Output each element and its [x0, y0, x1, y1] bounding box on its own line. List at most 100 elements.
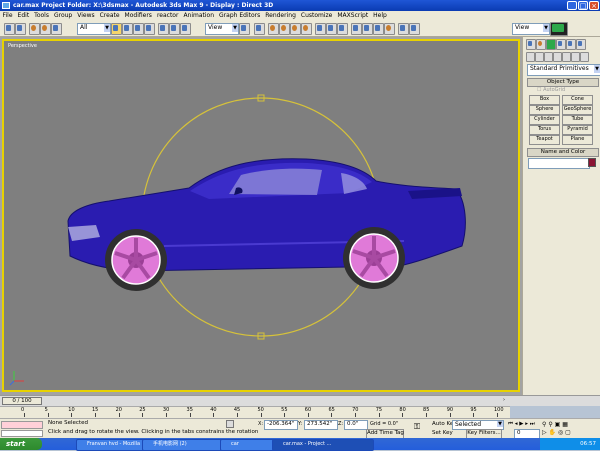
- tray-clock[interactable]: 06:57: [580, 441, 596, 447]
- zoom-icon[interactable]: ⚲: [542, 421, 546, 428]
- snaps-toggle-button[interactable]: [268, 23, 279, 35]
- menu-tools[interactable]: Tools: [32, 11, 52, 20]
- prev-frame-icon[interactable]: ◂: [515, 421, 518, 427]
- menu-create[interactable]: Create: [97, 11, 122, 20]
- select-and-manipulate-button[interactable]: [254, 23, 265, 35]
- angle-snap-button[interactable]: [279, 23, 290, 35]
- zoom-extents-all-icon[interactable]: ▦: [562, 421, 568, 428]
- maximize-viewport-icon[interactable]: ▢: [565, 429, 571, 436]
- cone-button[interactable]: Cone: [562, 95, 593, 105]
- menu-rendering[interactable]: Rendering: [263, 11, 299, 20]
- pivot-point-button[interactable]: [239, 23, 250, 35]
- taskbar-item-3dsmax[interactable]: car.max - Project ...: [272, 439, 374, 451]
- tube-button[interactable]: Tube: [562, 115, 593, 125]
- maximize-button[interactable]: □: [578, 1, 588, 10]
- geosphere-button[interactable]: GeoSphere: [562, 105, 593, 115]
- quick-render-button[interactable]: [409, 23, 420, 35]
- layer-manager-button[interactable]: [351, 23, 362, 35]
- key-icon[interactable]: ⚿: [414, 423, 428, 431]
- next-frame-icon[interactable]: ▸: [525, 421, 528, 427]
- taskbar-item-mozilla[interactable]: Franvan hvd - Mozilla: [76, 439, 152, 451]
- motion-tab[interactable]: [556, 39, 566, 50]
- object-color-swatch[interactable]: [588, 158, 596, 167]
- torus-button[interactable]: Torus: [529, 125, 560, 135]
- align-button[interactable]: [337, 23, 348, 35]
- play-icon[interactable]: ▶: [519, 421, 523, 427]
- select-and-scale-button[interactable]: [180, 23, 191, 35]
- select-and-rotate-button[interactable]: [169, 23, 180, 35]
- select-by-name-button[interactable]: [122, 23, 133, 35]
- maxscript-input[interactable]: [1, 430, 43, 437]
- pyramid-button[interactable]: Pyramid: [562, 125, 593, 135]
- taskbar-item-folder[interactable]: 手机电影网 (2): [142, 439, 230, 451]
- select-and-move-button[interactable]: [158, 23, 169, 35]
- time-slider-track[interactable]: 0 / 100 ›: [0, 395, 600, 406]
- menu-file[interactable]: File: [0, 11, 15, 20]
- redo-button[interactable]: [15, 23, 26, 35]
- menu-reactor[interactable]: reactor: [154, 11, 181, 20]
- modify-tab[interactable]: [536, 39, 546, 50]
- zoom-extents-icon[interactable]: ▣: [555, 421, 561, 428]
- object-type-rollout-header[interactable]: Object Type: [527, 78, 599, 87]
- lights-category-button[interactable]: [544, 52, 553, 62]
- bind-space-warp-button[interactable]: [51, 23, 62, 35]
- unlink-button[interactable]: [40, 23, 51, 35]
- render-scene-button[interactable]: [398, 23, 409, 35]
- set-key-button[interactable]: Set Key: [432, 430, 453, 436]
- mirror-button[interactable]: [326, 23, 337, 35]
- reference-coordinate-dropdown[interactable]: View ▼: [205, 23, 239, 35]
- display-tab[interactable]: [566, 39, 576, 50]
- minimize-button[interactable]: _: [567, 1, 577, 10]
- select-object-button[interactable]: [111, 23, 122, 35]
- trackbar[interactable]: 0 5 10 15 20 25 30 35 40 45 50 55 60 65 70 75 80 85 90 95 10…: [0, 406, 510, 418]
- schematic-view-button[interactable]: [373, 23, 384, 35]
- menu-views[interactable]: Views: [75, 11, 97, 20]
- x-coordinate-field[interactable]: -206.364": [264, 420, 298, 430]
- menu-edit[interactable]: Edit: [15, 11, 32, 20]
- render-preview-button[interactable]: [550, 22, 568, 36]
- menu-animation[interactable]: Animation: [181, 11, 217, 20]
- app-icon[interactable]: [2, 2, 10, 9]
- goto-start-icon[interactable]: ⏮: [508, 421, 513, 427]
- next-frame-arrow-icon[interactable]: ›: [503, 397, 509, 405]
- cameras-category-button[interactable]: [553, 52, 562, 62]
- time-slider[interactable]: 0 / 100: [2, 397, 42, 405]
- perspective-viewport[interactable]: Perspective: [2, 39, 520, 392]
- name-and-color-rollout-header[interactable]: Name and Color: [527, 148, 599, 157]
- y-coordinate-field[interactable]: 273.542": [304, 420, 338, 430]
- geometry-category-button[interactable]: [526, 52, 535, 62]
- menu-group[interactable]: Group: [51, 11, 74, 20]
- menu-modifiers[interactable]: Modifiers: [122, 11, 154, 20]
- orbit-icon[interactable]: ◎: [558, 429, 563, 436]
- maxscript-listener-mini[interactable]: [1, 421, 43, 429]
- cylinder-button[interactable]: Cylinder: [529, 115, 560, 125]
- shapes-category-button[interactable]: [535, 52, 544, 62]
- undo-button[interactable]: [4, 23, 15, 35]
- hierarchy-tab[interactable]: [546, 39, 556, 50]
- object-name-input[interactable]: [528, 158, 590, 169]
- lock-selection-button[interactable]: [226, 420, 234, 428]
- primitive-category-dropdown[interactable]: Standard Primitives ▼: [527, 64, 600, 76]
- percent-snap-button[interactable]: [290, 23, 301, 35]
- menu-help[interactable]: Help: [371, 11, 390, 20]
- close-button[interactable]: ×: [589, 1, 599, 10]
- curve-editor-button[interactable]: [362, 23, 373, 35]
- title-bar[interactable]: car.max Project Folder: X:\3dsmax - Auto…: [0, 0, 600, 11]
- helpers-category-button[interactable]: [562, 52, 571, 62]
- select-and-link-button[interactable]: [29, 23, 40, 35]
- edit-named-selections-button[interactable]: [315, 23, 326, 35]
- sphere-button[interactable]: Sphere: [529, 105, 560, 115]
- rectangular-selection-button[interactable]: [133, 23, 144, 35]
- utilities-tab[interactable]: [576, 39, 586, 50]
- autogrid-checkbox[interactable]: ☐ AutoGrid: [537, 87, 565, 93]
- menu-graph-editors[interactable]: Graph Editors: [217, 11, 263, 20]
- start-button[interactable]: start: [0, 438, 42, 450]
- zoom-all-icon[interactable]: ⚲: [548, 421, 552, 428]
- systems-category-button[interactable]: [580, 52, 589, 62]
- field-of-view-icon[interactable]: ▷: [542, 429, 547, 436]
- teapot-button[interactable]: Teapot: [529, 135, 560, 145]
- menu-maxscript[interactable]: MAXScript: [335, 11, 371, 20]
- space-warps-category-button[interactable]: [571, 52, 580, 62]
- create-tab[interactable]: [526, 39, 536, 50]
- goto-end-icon[interactable]: ⏭: [530, 421, 535, 427]
